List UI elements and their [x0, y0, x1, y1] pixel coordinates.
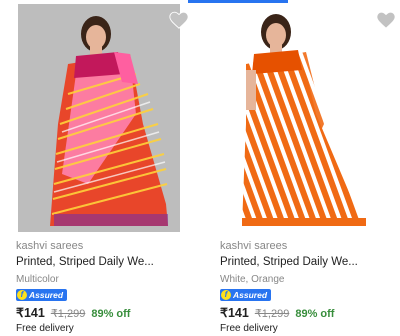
product-brand: kashvi sarees [220, 240, 288, 252]
product-card[interactable]: kashvi sarees Printed, Striped Daily We.… [0, 0, 196, 336]
saree-model-image [206, 4, 398, 232]
product-variant: Multicolor [16, 274, 59, 285]
discount-percent: 89% off [295, 308, 335, 320]
product-image[interactable] [18, 4, 180, 232]
product-image[interactable] [206, 4, 398, 232]
selling-price: ₹141 [220, 306, 249, 320]
assured-badge: f Assured [16, 289, 68, 301]
product-card[interactable]: kashvi sarees Printed, Striped Daily We.… [204, 0, 400, 336]
original-price: ₹1,299 [50, 308, 86, 320]
price-row: ₹141 ₹1,299 89% off [220, 305, 334, 320]
wishlist-heart-icon[interactable] [168, 9, 190, 31]
original-price: ₹1,299 [254, 308, 290, 320]
product-brand: kashvi sarees [16, 240, 84, 252]
delivery-info: Free delivery [16, 323, 74, 334]
saree-model-image [18, 4, 180, 232]
assured-label: Assured [29, 289, 64, 300]
product-title[interactable]: Printed, Striped Daily We... [16, 256, 154, 268]
assured-badge: f Assured [220, 289, 272, 301]
price-row: ₹141 ₹1,299 89% off [16, 305, 130, 320]
discount-percent: 89% off [91, 308, 131, 320]
assured-logo-icon: f [221, 290, 231, 300]
wishlist-heart-icon[interactable] [375, 9, 397, 31]
assured-logo-icon: f [17, 290, 27, 300]
delivery-info: Free delivery [220, 323, 278, 334]
assured-label: Assured [233, 289, 268, 300]
selling-price: ₹141 [16, 306, 45, 320]
product-variant: White, Orange [220, 274, 285, 285]
product-title[interactable]: Printed, Striped Daily We... [220, 256, 358, 268]
